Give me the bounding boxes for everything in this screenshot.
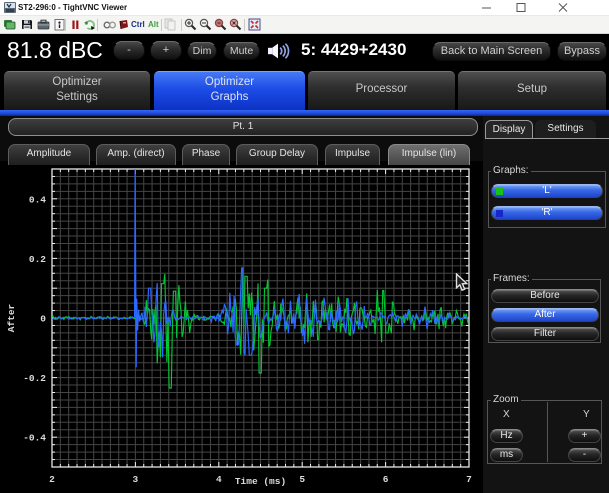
svg-text:-0.2: -0.2 <box>23 373 46 384</box>
svg-text:7: 7 <box>466 474 472 485</box>
svg-text:5: 5 <box>299 474 305 485</box>
svg-text:0.4: 0.4 <box>29 194 46 205</box>
svg-text:2: 2 <box>49 474 55 485</box>
svg-text:After: After <box>6 303 17 332</box>
svg-text:0: 0 <box>40 314 46 325</box>
svg-text:3: 3 <box>133 474 139 485</box>
svg-text:4: 4 <box>216 474 222 485</box>
svg-text:Time (ms): Time (ms) <box>235 476 286 487</box>
svg-text:6: 6 <box>383 474 389 485</box>
svg-text:-0.4: -0.4 <box>23 433 46 444</box>
svg-text:0.2: 0.2 <box>29 254 46 265</box>
